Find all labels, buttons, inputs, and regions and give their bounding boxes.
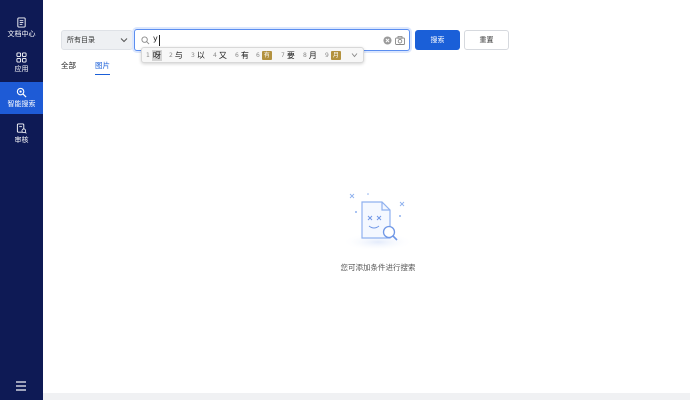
- hamburger-icon[interactable]: [14, 380, 28, 392]
- sidebar-item-smart-search[interactable]: 智能搜索: [0, 82, 43, 114]
- bottom-strip: [43, 393, 690, 400]
- sidebar-item-label: 审核: [14, 136, 29, 144]
- camera-icon[interactable]: [395, 36, 405, 45]
- search-input-value: y: [153, 34, 158, 43]
- main-content: 所有目录 y 搜索 重置 1 呀 2 与 3 以 4 又 6 有 6 有 7 要…: [43, 0, 690, 400]
- ime-candidate[interactable]: 7要: [281, 50, 295, 61]
- search-button[interactable]: 搜索: [415, 30, 460, 50]
- sidebar-item-label: 智能搜索: [7, 100, 36, 108]
- tab-all[interactable]: 全部: [61, 60, 76, 74]
- ime-emoji-candidate[interactable]: 9月: [325, 50, 341, 61]
- review-icon: [16, 123, 27, 134]
- reset-button[interactable]: 重置: [464, 30, 509, 50]
- ime-candidate[interactable]: 1呀: [146, 50, 162, 61]
- clear-icon[interactable]: [383, 36, 392, 45]
- sidebar-item-apps[interactable]: 应用: [0, 47, 43, 79]
- ime-candidate[interactable]: 3以: [191, 50, 205, 61]
- smart-search-icon: [16, 87, 27, 98]
- sidebar-item-label: 文档中心: [7, 30, 36, 38]
- ime-candidate-bar: 1呀 2与 3以 4又 6有 6有 7要 8月 9 月: [141, 47, 364, 63]
- search-icon: [141, 36, 150, 45]
- empty-state-illustration: [342, 193, 414, 250]
- document-icon: [17, 17, 26, 28]
- ime-emoji-candidate[interactable]: 6有: [256, 50, 272, 61]
- sidebar: 文档中心 应用 智能搜索 审核: [0, 0, 43, 400]
- emoji-moon-icon: 月: [330, 51, 341, 60]
- directory-select[interactable]: 所有目录: [61, 30, 133, 50]
- ime-candidate[interactable]: 8月: [303, 50, 317, 61]
- ime-candidate[interactable]: 6有: [235, 50, 249, 61]
- sidebar-item-document-center[interactable]: 文档中心: [0, 12, 43, 44]
- sidebar-item-label: 应用: [14, 65, 29, 73]
- tab-images[interactable]: 图片: [95, 60, 110, 75]
- chevron-down-icon: [120, 38, 128, 43]
- empty-state-message: 您可添加条件进行搜索: [340, 263, 416, 272]
- grid-icon: [16, 52, 27, 63]
- app-window: 文档中心 应用 智能搜索 审核 所有目录 y 搜索 重置 1 呀 2 与 3 以…: [0, 0, 690, 400]
- sidebar-item-review[interactable]: 审核: [0, 118, 43, 150]
- directory-select-value: 所有目录: [67, 36, 95, 44]
- text-caret: [159, 35, 160, 46]
- ime-candidate[interactable]: 4又: [213, 50, 227, 61]
- chevron-down-icon[interactable]: [351, 52, 358, 58]
- emoji-have-icon: 有: [261, 51, 272, 60]
- ime-candidate[interactable]: 2与: [169, 50, 183, 61]
